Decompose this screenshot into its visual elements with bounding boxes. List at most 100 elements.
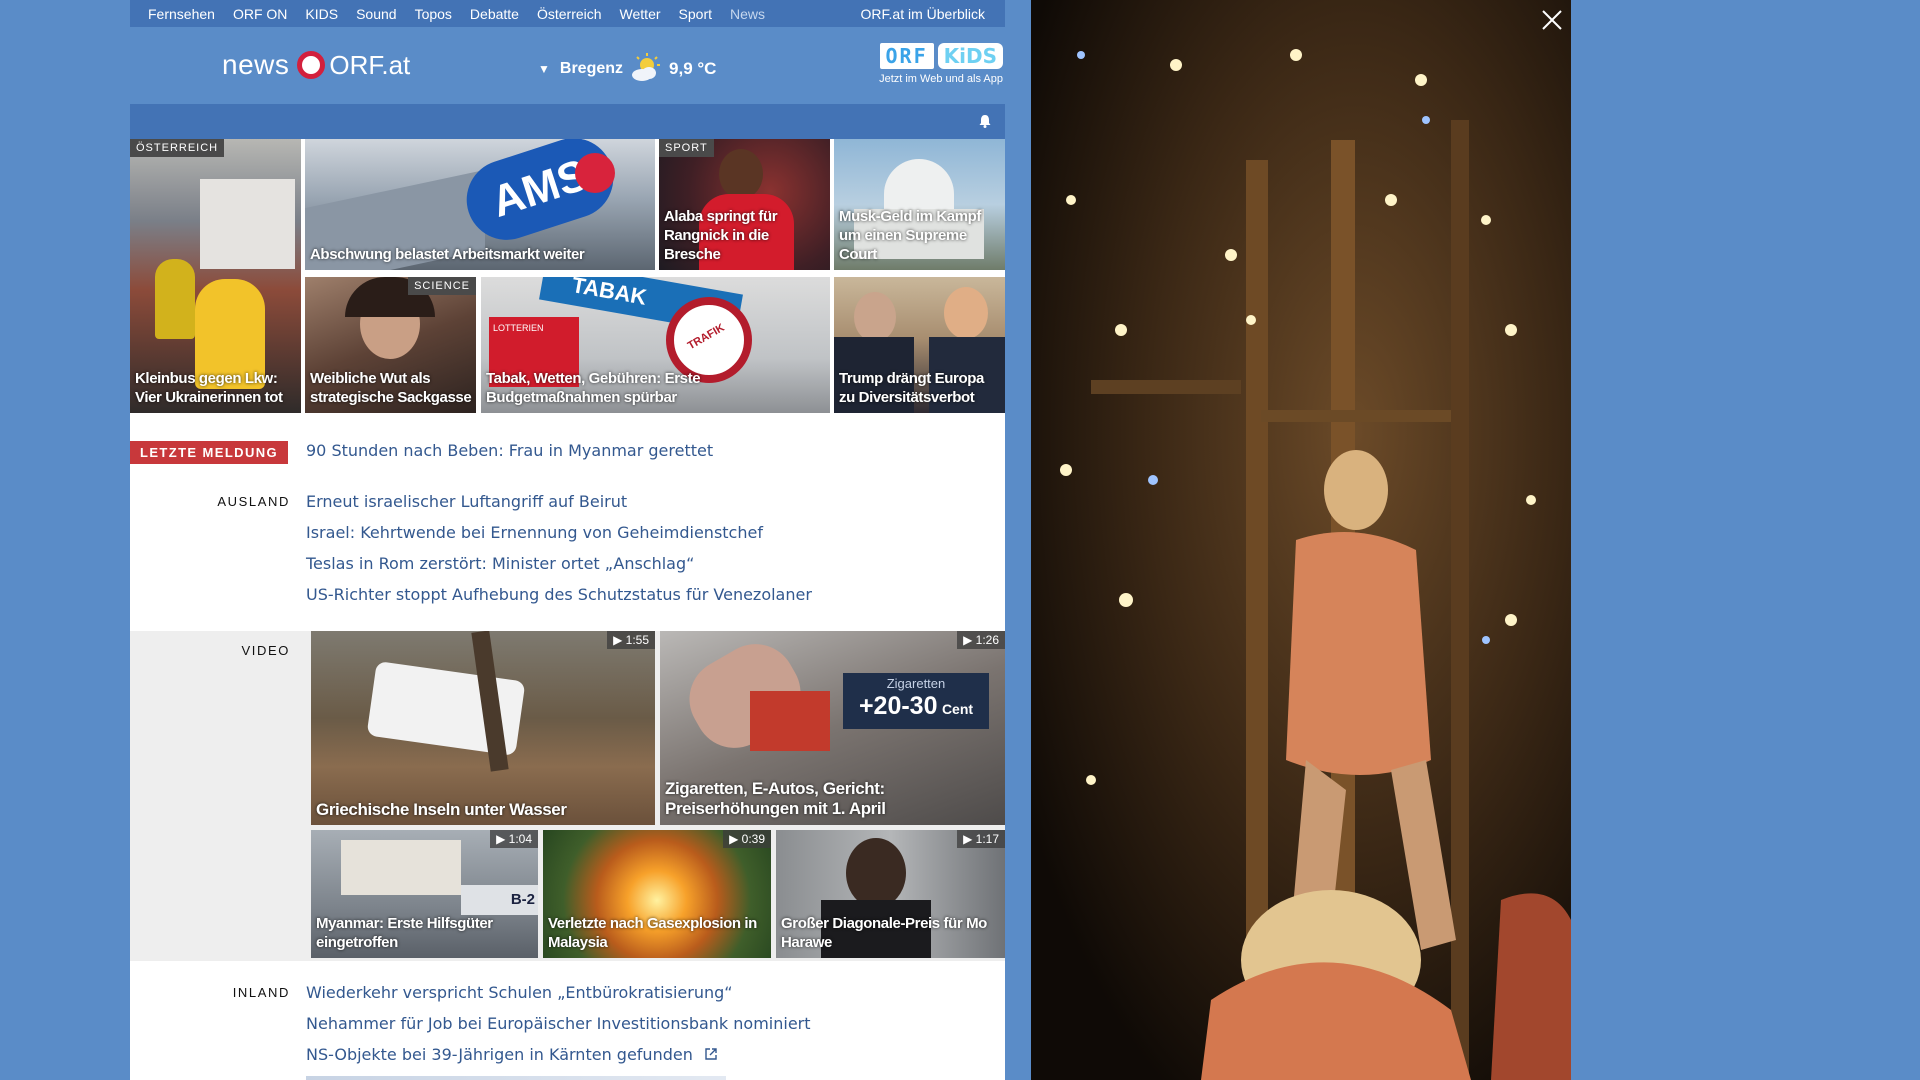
- video-title: Großer Diagonale-Preis für Mo Harawe: [781, 915, 987, 951]
- video-title: Zigaretten, E-Autos, Gericht: Preiserhöh…: [665, 779, 886, 818]
- teaser-tabak[interactable]: TABAK LOTTERIEN TRAFIK Tabak, Wetten, Ge…: [481, 277, 830, 413]
- nav-item-fernsehen[interactable]: Fernsehen: [130, 6, 215, 22]
- video-section: VIDEO ▶ 1:55 Griechische Inseln unter Wa…: [130, 631, 1005, 961]
- video-duration: ▶ 1:26: [957, 631, 1005, 649]
- video-tile-zigaretten[interactable]: Zigaretten +20-30 Cent ▶ 1:26 Zigaretten…: [660, 631, 1005, 825]
- site-header: news ORF.at ▼ Bregenz 9,9 °C ORF KiDS Je…: [130, 27, 1005, 103]
- price-badge-value: +20-30: [858, 692, 938, 720]
- top-navigation: Fernsehen ORF ON KIDS Sound Topos Debatt…: [130, 0, 1005, 27]
- video-tile-myanmar[interactable]: B-2 ▶ 1:04 Myanmar: Erste Hilfsgüter ein…: [311, 830, 538, 958]
- teaser-ams[interactable]: AMS Abschwung belastet Arbeitsmarkt weit…: [305, 139, 655, 270]
- person-head: [944, 287, 988, 339]
- truck-shape: [200, 179, 295, 269]
- breaking-news-badge: LETZTE MELDUNG: [130, 441, 289, 464]
- nav-overview-link[interactable]: ORF.at im Überblick: [843, 6, 1005, 22]
- weather-temperature: 9,9 °C: [669, 59, 717, 78]
- cigarette-pack: [750, 691, 830, 751]
- teaser-weibliche-wut[interactable]: SCIENCE Weibliche Wut als strategische S…: [305, 277, 476, 413]
- teaser-kicker: ÖSTERREICH: [130, 139, 225, 157]
- inland-link-partial: [306, 1076, 726, 1080]
- teaser-title: Musk-Geld im Kampf um einen Supreme Cour…: [839, 208, 981, 263]
- teaser-title: Trump drängt Europa zu Diversitätsverbot: [839, 370, 984, 406]
- video-frame: [1031, 0, 1571, 1080]
- video-tile-gasexplosion[interactable]: ▶ 0:39 Verletzte nach Gasexplosion in Ma…: [543, 830, 771, 958]
- video-duration-text: 1:04: [508, 832, 532, 846]
- orf-kids-logo-kids: KiDS: [937, 43, 1003, 69]
- teaser-musk[interactable]: Musk-Geld im Kampf um einen Supreme Cour…: [834, 139, 1005, 270]
- person-head: [846, 838, 906, 908]
- section-label-inland: INLAND: [232, 985, 290, 1000]
- video-duration: ▶ 1:55: [607, 631, 655, 649]
- ausland-link[interactable]: Teslas in Rom zerstört: Minister ortet „…: [306, 554, 694, 573]
- video-title: Myanmar: Erste Hilfsgüter eingetroffen: [316, 915, 493, 951]
- teaser-title: Tabak, Wetten, Gebühren: Erste Budgetmaß…: [486, 370, 701, 406]
- orf-kids-logo-orf: ORF: [879, 43, 934, 69]
- video-duration-text: 1:55: [625, 633, 649, 647]
- logo-orfat-text: ORF.at: [329, 49, 411, 80]
- teaser-trump[interactable]: Trump drängt Europa zu Diversitätsverbot: [834, 277, 1005, 413]
- teaser-title: Kleinbus gegen Lkw: Vier Ukrainerinnen t…: [135, 370, 283, 406]
- inland-link[interactable]: Nehammer für Job bei Europäischer Invest…: [306, 1014, 811, 1033]
- video-duration: ▶ 1:04: [490, 830, 538, 848]
- teaser-kicker: SPORT: [659, 139, 714, 157]
- news-orf-logo[interactable]: news ORF.at: [222, 49, 410, 81]
- video-duration: ▶ 1:17: [957, 830, 1005, 848]
- orf-ring-icon: [297, 51, 326, 79]
- nav-item-debatte[interactable]: Debatte: [452, 6, 519, 22]
- nav-item-sport[interactable]: Sport: [661, 6, 712, 22]
- section-label-ausland: AUSLAND: [217, 494, 290, 509]
- teaser-kleinbus[interactable]: ÖSTERREICH Kleinbus gegen Lkw: Vier Ukra…: [130, 139, 301, 413]
- breaking-news-link[interactable]: 90 Stunden nach Beben: Frau in Myanmar g…: [306, 441, 713, 460]
- video-title: Griechische Inseln unter Wasser: [316, 800, 567, 819]
- inland-link[interactable]: NS-Objekte bei 39-Jährigen in Kärnten ge…: [306, 1045, 718, 1064]
- nav-item-topos[interactable]: Topos: [397, 6, 452, 22]
- firefighter-figure: [155, 259, 195, 339]
- aircraft-tail: B-2: [461, 885, 538, 915]
- nav-item-news[interactable]: News: [712, 6, 765, 22]
- bell-icon[interactable]: [977, 113, 993, 129]
- ausland-link[interactable]: Israel: Kehrtwende bei Ernennung von Geh…: [306, 523, 763, 542]
- close-icon[interactable]: [1540, 8, 1564, 32]
- video-title: Verletzte nach Gasexplosion in Malaysia: [548, 915, 757, 951]
- nav-item-oesterreich[interactable]: Österreich: [519, 6, 602, 22]
- video-duration-text: 0:39: [741, 832, 765, 846]
- nav-item-orf-on[interactable]: ORF ON: [215, 6, 287, 22]
- logo-news-text: news: [222, 49, 290, 80]
- person-head: [854, 292, 896, 342]
- price-badge: Zigaretten +20-30 Cent: [843, 673, 989, 729]
- lotterien-text: LOTTERIEN: [493, 323, 544, 333]
- video-overlay[interactable]: [1031, 0, 1571, 1080]
- partly-sunny-icon: [629, 53, 663, 85]
- video-tile-griechische-inseln[interactable]: ▶ 1:55 Griechische Inseln unter Wasser: [311, 631, 655, 825]
- aircraft-code: B-2: [510, 891, 535, 908]
- trafik-logo-text: TRAFIK: [685, 321, 727, 353]
- nav-item-sound[interactable]: Sound: [338, 6, 396, 22]
- teaser-title: Weibliche Wut als strategische Sackgasse: [310, 370, 472, 406]
- video-duration: ▶ 0:39: [723, 830, 771, 848]
- nav-item-wetter[interactable]: Wetter: [602, 6, 661, 22]
- orf-kids-tagline: Jetzt im Web und als App: [879, 73, 1003, 85]
- ausland-link[interactable]: US-Richter stoppt Aufhebung des Schutzst…: [306, 585, 812, 604]
- news-content: ÖSTERREICH Kleinbus gegen Lkw: Vier Ukra…: [130, 104, 1005, 1080]
- video-tile-diagonale-preis[interactable]: ▶ 1:17 Großer Diagonale-Preis für Mo Har…: [776, 830, 1005, 958]
- section-label-video: VIDEO: [241, 643, 290, 658]
- cargo-shape: [341, 840, 461, 895]
- teaser-kicker: SCIENCE: [408, 277, 476, 295]
- teaser-title: Alaba springt für Rangnick in die Bresch…: [664, 208, 778, 263]
- inland-link-text: NS-Objekte bei 39-Jährigen in Kärnten ge…: [306, 1045, 693, 1064]
- video-duration-text: 1:26: [975, 633, 999, 647]
- price-badge-unit: Cent: [941, 701, 974, 717]
- orf-kids-promo[interactable]: ORF KiDS Jetzt im Web und als App: [879, 43, 1003, 85]
- tabak-sign-text: TABAK: [569, 277, 649, 310]
- triangle-down-icon: ▼: [538, 62, 550, 76]
- weather-widget[interactable]: ▼ Bregenz 9,9 °C: [538, 53, 716, 85]
- inland-link[interactable]: Wiederkehr verspricht Schulen „Entbürokr…: [306, 983, 733, 1002]
- teaser-alaba[interactable]: SPORT Alaba springt für Rangnick in die …: [659, 139, 830, 270]
- nav-item-kids[interactable]: KIDS: [287, 6, 338, 22]
- video-duration-text: 1:17: [975, 832, 999, 846]
- teaser-title: Abschwung belastet Arbeitsmarkt weiter: [310, 246, 585, 263]
- content-toolbar: [130, 104, 1005, 139]
- price-badge-label: Zigaretten: [886, 676, 946, 691]
- ausland-link[interactable]: Erneut israelischer Luftangriff auf Beir…: [306, 492, 627, 511]
- ams-sign-dot: [575, 153, 615, 193]
